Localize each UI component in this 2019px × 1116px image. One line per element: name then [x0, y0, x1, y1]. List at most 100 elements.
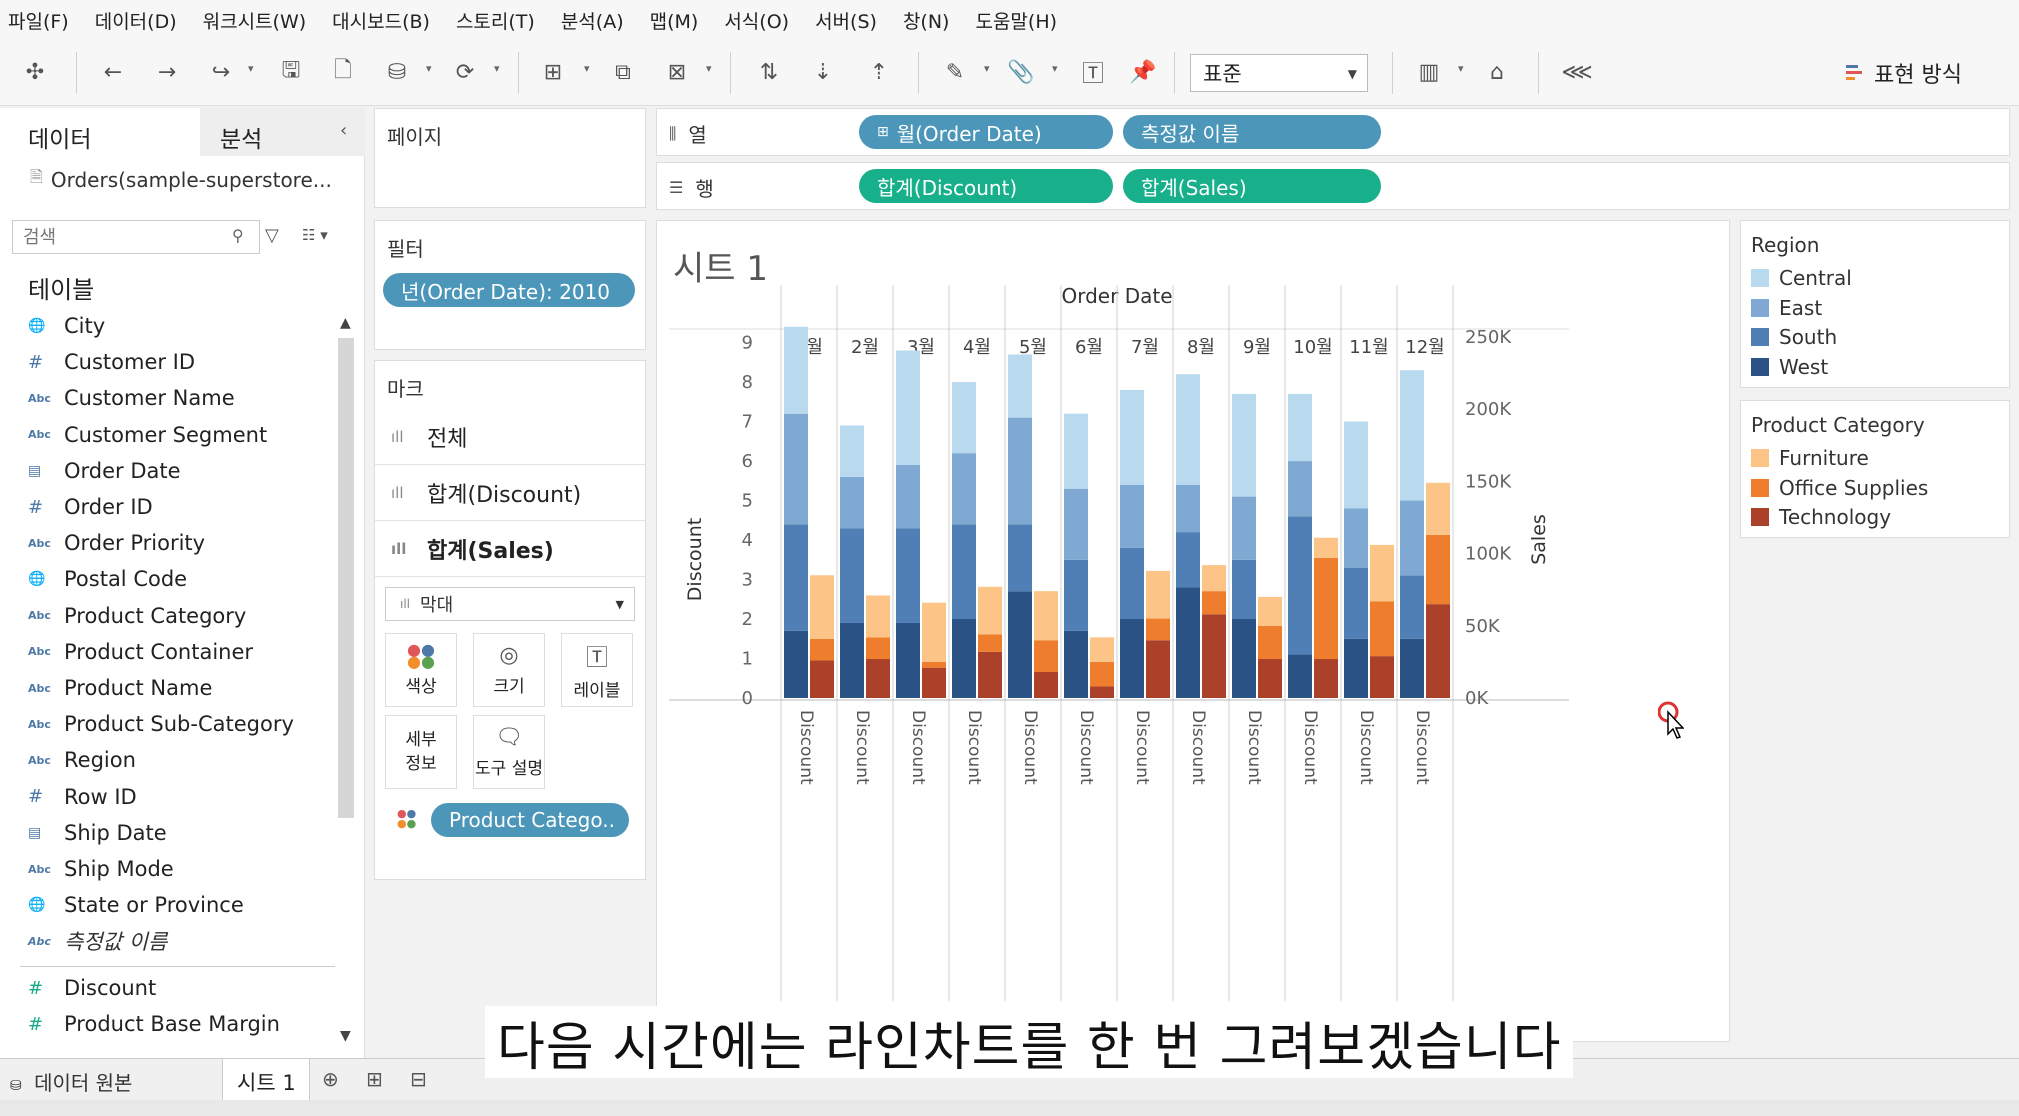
highlight-icon[interactable]: ✎ — [938, 54, 972, 90]
field-item[interactable]: Abc Product Category — [28, 598, 246, 634]
field-item[interactable]: ▤ Ship Date — [28, 815, 167, 851]
column-pill-month[interactable]: ⊞ 월(Order Date) — [859, 115, 1113, 149]
size-button[interactable]: ◎ 크기 — [473, 633, 545, 707]
marks-row-label: 합계(Sales) — [427, 538, 554, 564]
discount-bar-segment — [1232, 559, 1256, 620]
new-worksheet-icon[interactable]: ⊞ — [536, 54, 570, 90]
menu-item[interactable]: 대시보드(B) — [332, 7, 430, 34]
field-item[interactable]: Abc Product Sub-Category — [28, 706, 294, 742]
menu-item[interactable]: 맵(M) — [650, 7, 699, 34]
field-item[interactable]: Abc 측정값 이름 — [28, 923, 167, 959]
field-item[interactable]: ▤ Order Date — [28, 453, 181, 489]
tab-data[interactable]: 데이터 — [0, 108, 200, 156]
menu-item[interactable]: 서식(O) — [724, 7, 789, 34]
field-item[interactable]: Abc Customer Segment — [28, 417, 267, 453]
legend-item[interactable]: West — [1751, 354, 1828, 380]
menu-item[interactable]: 파일(F) — [8, 7, 69, 34]
search-input[interactable] — [12, 220, 260, 254]
field-item[interactable]: Abc Product Container — [28, 634, 253, 670]
sort-asc-icon[interactable]: ⇣ — [806, 54, 840, 90]
label-button[interactable]: 🅃 레이블 — [561, 633, 633, 707]
legend-item[interactable]: Office Supplies — [1751, 475, 1928, 501]
new-worksheet-icon[interactable]: ⊕ — [322, 1067, 339, 1091]
group-icon[interactable]: 📎 — [1004, 54, 1038, 90]
clear-sheet-icon[interactable]: ⊠ — [660, 54, 694, 90]
datasource-item[interactable]: 🗎 Orders(sample-superstore... — [30, 166, 332, 193]
share-icon[interactable]: ⋘ — [1560, 54, 1594, 90]
field-item[interactable]: Abc Ship Mode — [28, 851, 174, 887]
refresh-icon[interactable]: ⟳ — [448, 54, 482, 90]
bottom-measure-label: Discount — [852, 710, 872, 785]
discount-bar-segment — [1176, 532, 1200, 588]
filter-icon[interactable]: ▽ — [265, 225, 279, 246]
show-labels-icon[interactable]: 🅃 — [1076, 54, 1110, 90]
field-item[interactable]: # Customer ID — [28, 344, 195, 380]
tableau-logo-icon[interactable]: ✣ — [18, 54, 52, 90]
show-me-button[interactable]: 표현 방식 — [1846, 54, 1962, 92]
pause-updates-icon[interactable]: ⛁ — [380, 54, 414, 90]
new-datasource-icon[interactable]: 🗋 — [326, 54, 360, 90]
scroll-up-icon[interactable]: ▲ — [340, 315, 351, 331]
legend-item[interactable]: Technology — [1751, 504, 1891, 530]
redo-icon[interactable]: → — [150, 54, 184, 90]
legend-item[interactable]: Central — [1751, 265, 1852, 291]
menu-item[interactable]: 데이터(D) — [95, 7, 177, 34]
columns-shelf: ⫼ 열 ⊞ 월(Order Date) 측정값 이름 — [656, 108, 2010, 156]
menu-item[interactable]: 워크시트(W) — [203, 7, 307, 34]
tab-sheet1[interactable]: 시트 1 — [222, 1059, 310, 1101]
field-item[interactable]: # Discount — [28, 970, 156, 1006]
marks-row-sales[interactable]: ıll 합계(Sales) — [375, 521, 645, 577]
menu-item[interactable]: 창(N) — [903, 7, 950, 34]
fit-select[interactable]: 표준 ▼ — [1190, 54, 1368, 92]
color-field-pill[interactable]: Product Catego.. — [431, 803, 629, 837]
collapse-pane-icon[interactable]: ‹ — [340, 120, 347, 141]
tooltip-button[interactable]: 🗨 도구 설명 — [473, 715, 545, 789]
field-item[interactable]: # Order ID — [28, 489, 153, 525]
field-item[interactable]: Abc Product Name — [28, 670, 212, 706]
mark-type-select[interactable]: ıll 막대 ▼ — [385, 587, 635, 621]
color-button[interactable]: ●● ●● 색상 — [385, 633, 457, 707]
filter-pill[interactable]: 년(Order Date): 2010 — [383, 273, 635, 307]
scroll-down-icon[interactable]: ▼ — [340, 1028, 351, 1044]
sort-desc-icon[interactable]: ⇡ — [862, 54, 896, 90]
discount-bar-segment — [1400, 500, 1424, 576]
tab-datasource[interactable]: ⛁ 데이터 원본 — [10, 1067, 132, 1096]
field-item[interactable]: # Product Base Margin — [28, 1006, 280, 1042]
field-item[interactable]: # Row ID — [28, 779, 137, 815]
menu-item[interactable]: 분석(A) — [561, 7, 624, 34]
right-axis-tick: 200K — [1465, 399, 1512, 420]
field-item[interactable]: 🌐 State or Province — [28, 887, 244, 923]
swap-icon[interactable]: ⇅ — [752, 54, 786, 90]
duplicate-icon[interactable]: ⧉ — [606, 54, 640, 90]
replay-icon[interactable]: ↪ — [204, 54, 238, 90]
view-options-icon[interactable]: ☷ ▾ — [302, 226, 328, 244]
field-item[interactable]: Abc Customer Name — [28, 380, 235, 416]
new-dashboard-icon[interactable]: ⊞ — [366, 1067, 383, 1091]
menu-item[interactable]: 도움말(H) — [975, 7, 1057, 34]
left-axis-tick: 2 — [742, 609, 753, 630]
undo-icon[interactable]: ← — [96, 54, 130, 90]
show-cards-icon[interactable]: ▥ — [1412, 54, 1446, 90]
marks-row-all[interactable]: ıll 전체 — [375, 409, 645, 465]
menu-item[interactable]: 서버(S) — [815, 7, 877, 34]
column-pill-measure-names[interactable]: 측정값 이름 — [1123, 115, 1381, 149]
row-pill-sales[interactable]: 합계(Sales) — [1123, 169, 1381, 203]
marks-row-discount[interactable]: ıll 합계(Discount) — [375, 465, 645, 521]
new-story-icon[interactable]: ⊟ — [410, 1067, 427, 1091]
scroll-thumb[interactable] — [338, 338, 354, 818]
field-item[interactable]: Abc Order Priority — [28, 525, 205, 561]
row-pill-discount[interactable]: 합계(Discount) — [859, 169, 1113, 203]
detail-button[interactable]: 세부 정보 — [385, 715, 457, 789]
save-icon[interactable]: 🖫 — [274, 54, 308, 90]
field-item[interactable]: 🌐 Postal Code — [28, 561, 187, 597]
legend-item[interactable]: South — [1751, 324, 1837, 350]
presentation-icon[interactable]: ⌂ — [1480, 54, 1514, 90]
field-item[interactable]: 🌐 City — [28, 308, 105, 344]
field-item[interactable]: Abc Region — [28, 742, 136, 778]
legend-item[interactable]: East — [1751, 295, 1822, 321]
menu-item[interactable]: 스토리(T) — [456, 7, 535, 34]
legend-item[interactable]: Furniture — [1751, 445, 1869, 471]
size-icon: ◎ — [499, 643, 519, 668]
field-label: Order ID — [64, 495, 153, 519]
fix-axes-icon[interactable]: 📌 — [1126, 54, 1160, 90]
